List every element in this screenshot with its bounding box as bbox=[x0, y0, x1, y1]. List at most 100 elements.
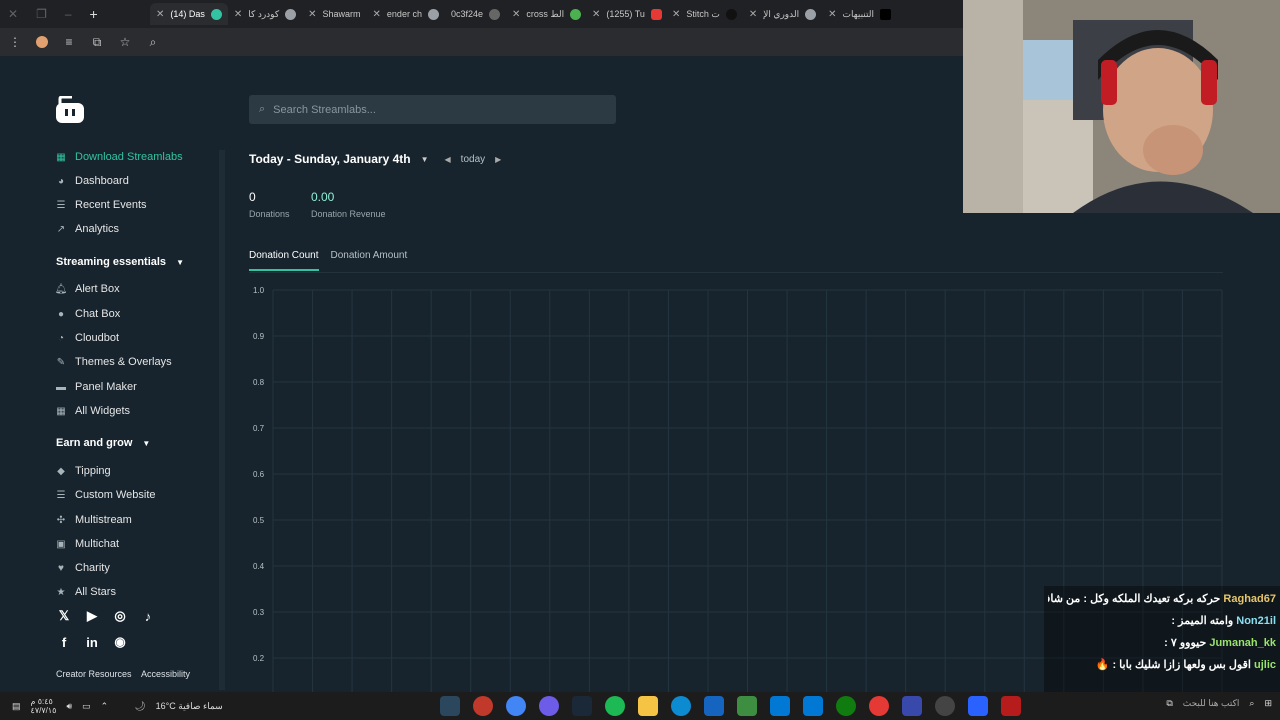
browser-tab[interactable]: ✕ (1255) Tu bbox=[586, 3, 666, 25]
sidebar-item-cloudbot[interactable]: ◔ Cloudbot bbox=[56, 332, 119, 344]
extensions-icon[interactable]: ⧉ bbox=[90, 35, 104, 49]
edge-app-icon[interactable] bbox=[671, 696, 691, 716]
chrome-app-icon[interactable] bbox=[506, 696, 526, 716]
app-icon[interactable] bbox=[539, 696, 559, 716]
sidebar-item-download[interactable]: ▦ Download Streamlabs bbox=[56, 151, 182, 163]
taskbar-search-input[interactable]: اكتب هنا للبحث bbox=[1183, 698, 1240, 709]
discord-icon[interactable]: ◉ bbox=[112, 634, 128, 650]
sidebar-item-custom-website[interactable]: ☰ Custom Website bbox=[56, 489, 156, 501]
app-icon[interactable] bbox=[1001, 696, 1021, 716]
sidebar-item-all-widgets[interactable]: ▦ All Widgets bbox=[56, 405, 130, 417]
close-tab-icon[interactable]: ✕ bbox=[156, 9, 164, 20]
sidebar-item-dashboard[interactable]: ◕ Dashboard bbox=[56, 175, 129, 187]
streamlabs-logo-icon[interactable] bbox=[52, 96, 88, 126]
facebook-icon[interactable]: f bbox=[56, 634, 72, 650]
browser-tab[interactable]: ✕ Stitch ت bbox=[666, 3, 743, 25]
today-button[interactable]: today bbox=[461, 154, 485, 165]
linkedin-icon[interactable]: in bbox=[84, 634, 100, 650]
sidebar-item-tipping[interactable]: ◆ Tipping bbox=[56, 465, 111, 477]
obs-app-icon[interactable] bbox=[935, 696, 955, 716]
sidebar-item-charity[interactable]: ♥ Charity bbox=[56, 562, 110, 574]
sidebar-scrollbar[interactable] bbox=[219, 150, 225, 690]
browser-tab[interactable]: ✕ (14) Das bbox=[150, 3, 228, 25]
bookmark-star-icon[interactable]: ☆ bbox=[118, 35, 132, 49]
browser-tab[interactable]: 0c3f24e bbox=[445, 3, 506, 25]
chevron-down-icon[interactable]: ▼ bbox=[421, 155, 429, 164]
file-explorer-app-icon[interactable] bbox=[638, 696, 658, 716]
accessibility-link[interactable]: Accessibility bbox=[141, 669, 190, 679]
browser-tab[interactable]: ✕ التنبيهات bbox=[822, 3, 897, 25]
tray-chevron-icon[interactable]: ⌃ bbox=[101, 701, 109, 712]
next-day-icon[interactable]: ▶ bbox=[495, 155, 501, 164]
weather-text[interactable]: 16°C سماء صافية bbox=[156, 701, 223, 712]
sidebar-item-alert-box[interactable]: 🔔︎ Alert Box bbox=[55, 283, 120, 295]
volume-icon[interactable]: 🔊︎ bbox=[66, 701, 72, 712]
close-tab-icon[interactable]: ✕ bbox=[234, 9, 242, 20]
start-windows-icon[interactable]: ⊞ bbox=[1264, 698, 1272, 709]
store-app-icon[interactable] bbox=[803, 696, 823, 716]
youtube-icon[interactable]: ▶ bbox=[84, 608, 100, 624]
vscode-app-icon[interactable] bbox=[704, 696, 724, 716]
prev-day-icon[interactable]: ◀ bbox=[445, 155, 451, 164]
app-icon[interactable] bbox=[869, 696, 889, 716]
app-icon[interactable] bbox=[473, 696, 493, 716]
app-icon[interactable] bbox=[770, 696, 790, 716]
section-streaming-essentials[interactable]: Streaming essentials ▼ bbox=[56, 256, 184, 268]
task-view-icon[interactable]: ⧉ bbox=[1166, 698, 1172, 709]
close-tab-icon[interactable]: ✕ bbox=[308, 9, 316, 20]
restore-icon[interactable]: ❐ bbox=[36, 7, 47, 21]
browser-tab[interactable]: ✕ ender ch bbox=[367, 3, 445, 25]
spotify-app-icon[interactable] bbox=[605, 696, 625, 716]
steam-app-icon[interactable] bbox=[572, 696, 592, 716]
new-tab-button[interactable]: + bbox=[90, 6, 98, 22]
caret-down-icon: ▼ bbox=[176, 257, 184, 267]
donations-stat: 0 Donations bbox=[249, 190, 290, 219]
close-tab-icon[interactable]: ✕ bbox=[672, 9, 680, 20]
minimize-icon[interactable]: – bbox=[65, 7, 72, 21]
instagram-icon[interactable]: ◎ bbox=[112, 608, 128, 624]
sidebar-item-recent-events[interactable]: ☰ Recent Events bbox=[56, 199, 147, 211]
close-tab-icon[interactable]: ✕ bbox=[749, 9, 757, 20]
sidebar-item-multistream[interactable]: ✣ Multistream bbox=[56, 514, 132, 526]
sidebar-item-multichat[interactable]: ▣ Multichat bbox=[56, 538, 119, 550]
creator-resources-link[interactable]: Creator Resources bbox=[56, 669, 132, 679]
browser-tab[interactable]: ✕ cross الط bbox=[506, 3, 586, 25]
search-input[interactable] bbox=[273, 103, 594, 116]
xbox-app-icon[interactable] bbox=[836, 696, 856, 716]
sidebar-item-label: Chat Box bbox=[75, 308, 121, 320]
section-earn-and-grow[interactable]: Earn and grow ▼ bbox=[56, 437, 150, 449]
notification-icon[interactable]: ▤ bbox=[12, 701, 21, 712]
close-icon[interactable]: ✕ bbox=[8, 7, 18, 21]
search-icon[interactable]: ⌕ bbox=[1249, 698, 1254, 709]
sidebar-item-panel-maker[interactable]: ▬ Panel Maker bbox=[56, 381, 137, 393]
close-tab-icon[interactable]: ✕ bbox=[592, 9, 600, 20]
tab-donation-amount[interactable]: Donation Amount bbox=[331, 250, 408, 271]
sidebar-item-analytics[interactable]: ↗ Analytics bbox=[56, 223, 119, 235]
x-twitter-icon[interactable]: 𝕏 bbox=[56, 608, 72, 624]
sidebar-item-themes[interactable]: ✎ Themes & Overlays bbox=[56, 356, 172, 368]
tiktok-icon[interactable]: ♪ bbox=[140, 608, 156, 624]
browser-tab[interactable]: ✕ Shawarm bbox=[302, 3, 366, 25]
tab-title: Stitch ت bbox=[686, 8, 720, 19]
profile-avatar[interactable] bbox=[36, 36, 48, 48]
caret-down-icon: ▼ bbox=[142, 438, 151, 448]
taskbar-apps bbox=[440, 696, 1021, 716]
chat-message: ujlic اقول بس ولعها زازا شليك بابا : 🔥 bbox=[1048, 654, 1276, 676]
close-tab-icon[interactable]: ✕ bbox=[828, 9, 836, 20]
sidebar-item-all-stars[interactable]: ★ All Stars bbox=[56, 586, 116, 598]
close-tab-icon[interactable]: ✕ bbox=[512, 9, 520, 20]
clock[interactable]: ٥:٤٥ م ٤٧/٧/١٥ bbox=[31, 697, 57, 715]
app-icon[interactable] bbox=[902, 696, 922, 716]
translate-icon[interactable]: ≡ bbox=[62, 35, 76, 49]
browser-tab[interactable]: ✕ الدوري الإ bbox=[743, 3, 822, 25]
menu-dots-icon[interactable]: ⋮ bbox=[8, 35, 22, 49]
zoom-icon[interactable]: ⌕ bbox=[146, 35, 160, 49]
minecraft-app-icon[interactable] bbox=[737, 696, 757, 716]
steam-app-icon[interactable] bbox=[440, 696, 460, 716]
close-tab-icon[interactable]: ✕ bbox=[373, 9, 381, 20]
sidebar-item-chat-box[interactable]: ● Chat Box bbox=[56, 308, 120, 320]
network-icon[interactable]: ▭ bbox=[82, 701, 91, 712]
tab-donation-count[interactable]: Donation Count bbox=[249, 250, 319, 271]
app-icon[interactable] bbox=[968, 696, 988, 716]
browser-tab[interactable]: ✕ كودرد كا bbox=[228, 3, 302, 25]
